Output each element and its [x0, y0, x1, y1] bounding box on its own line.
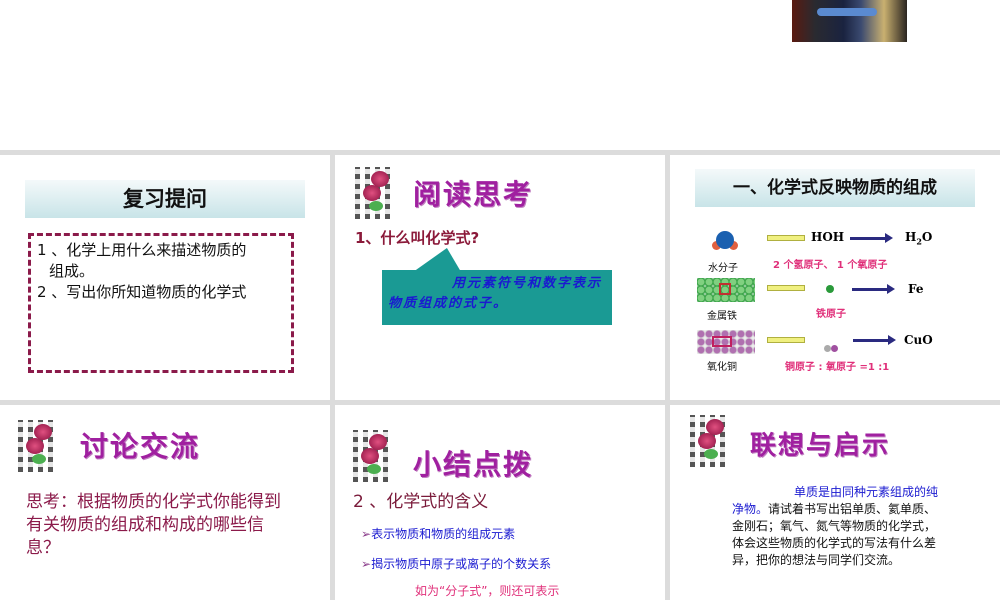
- slide-summary[interactable]: 小结点拨 2 、化学式的含义 ➢表示物质和物质的组成元素 ➢揭示物质中原子或离子…: [335, 405, 665, 600]
- row-label: 氧化铜: [707, 362, 737, 373]
- inspire-text: 单质是由同种元素组成的纯净物。请试着书写出铝单质、氦单质、金刚石；氧气、氮气等物…: [732, 484, 942, 569]
- slide-composition[interactable]: 一、化学式反映物质的组成 水分子 HOH H2O 2 个氢原子、 1 个氧原子 …: [670, 155, 1000, 400]
- yellow-arrow-icon: [767, 235, 805, 241]
- formula-part: H: [905, 230, 917, 244]
- answer-text: 用元素符号和数字表示物质组成的式子。: [388, 276, 603, 311]
- callout-tail: [413, 248, 475, 272]
- chemical-formula: H2O: [905, 230, 932, 246]
- arrow-bullet-icon: ➢: [361, 557, 372, 571]
- bullet-text: 表示物质和物质的组成元素: [371, 527, 516, 541]
- rose-icon: [690, 415, 730, 467]
- row-label: 金属铁: [707, 311, 737, 322]
- rose-icon: [18, 420, 58, 472]
- slide-inspire[interactable]: 联想与启示 单质是由同种元素组成的纯净物。请试着书写出铝单质、氦单质、金刚石；氧…: [670, 405, 1000, 600]
- slide-title: 小结点拨: [413, 448, 534, 481]
- blue-arrow-icon: [852, 284, 895, 294]
- row-label: 水分子: [708, 263, 738, 274]
- rose-icon: [353, 430, 393, 482]
- chemical-formula: CuO: [904, 333, 933, 347]
- slide-title: 阅读思考: [413, 178, 534, 211]
- slide-title: 一、化学式反映物质的组成: [695, 169, 975, 207]
- structural-formula: HOH: [811, 230, 845, 244]
- row-note: 2 个氢原子、 1 个氧原子: [773, 260, 888, 271]
- arrow-bullet-icon: ➢: [361, 527, 372, 541]
- water-molecule-icon: [712, 231, 738, 253]
- blue-arrow-icon: [853, 335, 896, 345]
- subtitle: 2 、化学式的含义: [353, 492, 489, 512]
- bullet-2: ➢揭示物质中原子或离子的个数关系: [361, 555, 551, 572]
- slide-discuss[interactable]: 讨论交流 思考：根据物质的化学式你能得到有关物质的组成和构成的哪些信息？: [0, 405, 330, 600]
- question: 1、什么叫化学式?: [355, 229, 480, 247]
- copper-oxide-lattice-icon: [697, 330, 755, 354]
- cu-o-atoms-icon: [824, 337, 838, 356]
- bullet-1: ➢表示物质和物质的组成元素: [361, 525, 515, 542]
- blue-arrow-icon: [850, 233, 893, 243]
- answer-callout: 用元素符号和数字表示物质组成的式子。: [382, 270, 612, 325]
- iron-lattice-icon: [697, 278, 755, 302]
- bullet-text: 揭示物质中原子或离子的个数关系: [371, 557, 552, 571]
- iron-atom-icon: [826, 285, 834, 293]
- question-2: 2 、写出你所知道物质的化学式: [37, 283, 247, 301]
- yellow-arrow-icon: [767, 337, 805, 343]
- slide-review[interactable]: 复习提问 1 、化学上用什么来描述物质的 组成。 2 、写出你所知道物质的化学式: [0, 155, 330, 400]
- formula-part: O: [921, 230, 933, 244]
- slide-grid: 复习提问 1 、化学上用什么来描述物质的 组成。 2 、写出你所知道物质的化学式…: [0, 150, 1000, 600]
- slide-title: 复习提问: [25, 180, 305, 218]
- rose-icon: [355, 167, 395, 219]
- discussion-text: 思考：根据物质的化学式你能得到有关物质的组成和构成的哪些信息？: [26, 492, 281, 558]
- summary-note: 如为“分子式”，则还可表示: [415, 584, 560, 598]
- yellow-arrow-icon: [767, 285, 805, 291]
- slide-title: 讨论交流: [80, 430, 201, 463]
- slide-title: 联想与启示: [750, 431, 891, 461]
- question-1: 1 、化学上用什么来描述物质的: [37, 241, 247, 259]
- question-box: 1 、化学上用什么来描述物质的 组成。 2 、写出你所知道物质的化学式: [28, 233, 294, 373]
- row-note: 铁原子: [816, 309, 846, 320]
- slide-reading[interactable]: 阅读思考 1、什么叫化学式? 用元素符号和数字表示物质组成的式子。: [335, 155, 665, 400]
- chemical-formula: Fe: [908, 282, 924, 296]
- top-area: [0, 0, 1000, 150]
- header-photo: [792, 0, 907, 42]
- row-note: 铜原子 : 氧原子 =1 :1: [785, 362, 890, 373]
- question-1-cont: 组成。: [49, 262, 95, 280]
